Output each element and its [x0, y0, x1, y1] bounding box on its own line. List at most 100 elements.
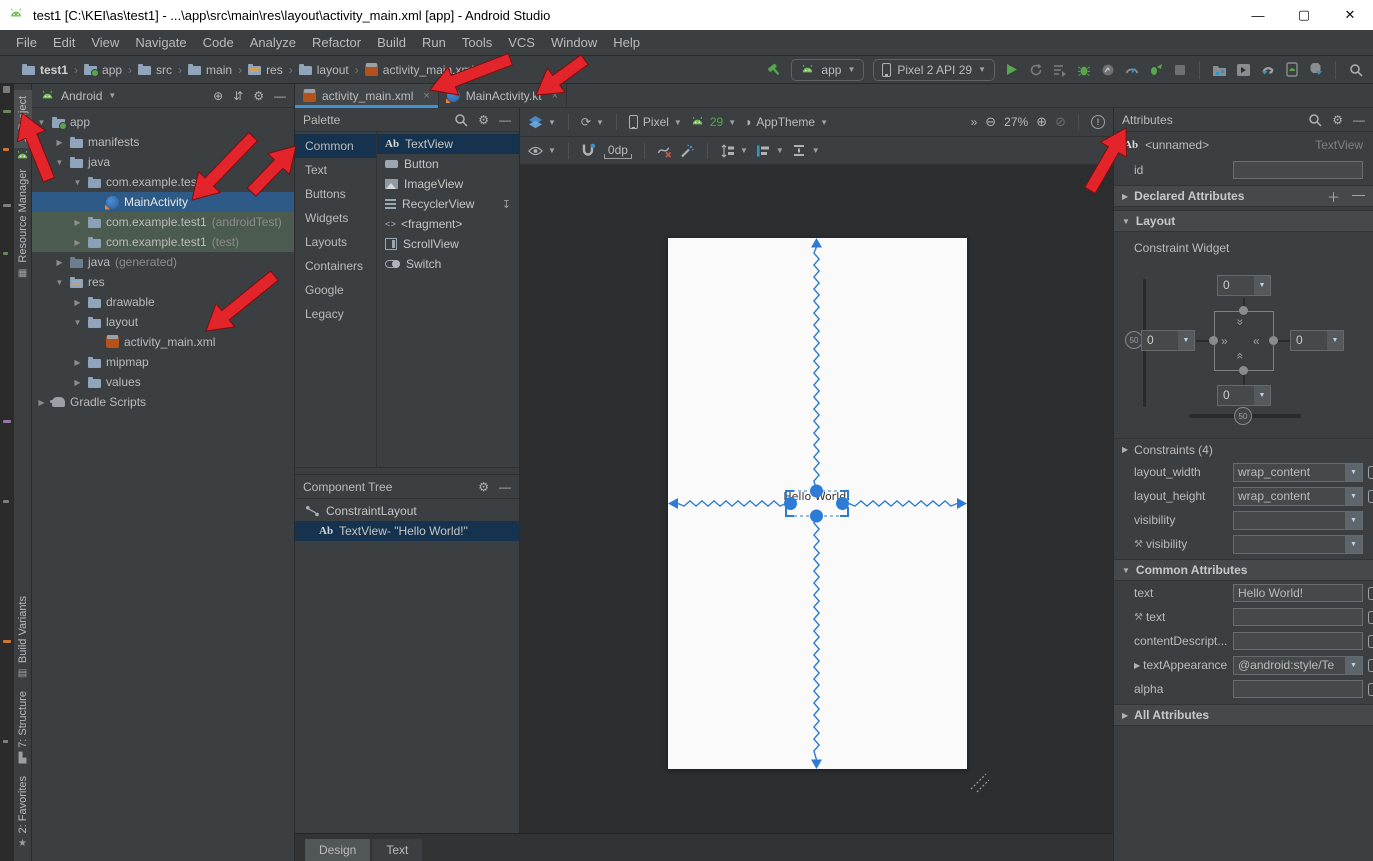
gear-icon[interactable]: ⚙	[1332, 114, 1343, 126]
palette-category-google[interactable]: Google	[295, 278, 376, 302]
attribute-combo-layout-height[interactable]: wrap_content▼	[1233, 487, 1363, 506]
flag-icon[interactable]	[1368, 466, 1373, 479]
device-manager-button-icon[interactable]	[1284, 62, 1299, 77]
api-selector[interactable]: 29▼	[690, 115, 736, 130]
margin-left-combo[interactable]: 0▼	[1141, 330, 1195, 351]
tree-item-res[interactable]: ▼res	[32, 272, 294, 292]
attach-debugger-button-icon[interactable]	[1148, 62, 1163, 77]
layout-section[interactable]: ▼ Layout	[1114, 210, 1373, 232]
close-tab-icon[interactable]: ×	[423, 90, 429, 102]
search-icon[interactable]	[1307, 112, 1322, 127]
debug-button-icon[interactable]	[1076, 62, 1091, 77]
theme-selector[interactable]: ◑ AppTheme▼	[744, 115, 828, 129]
chevron-right-icon[interactable]: ▶	[72, 238, 83, 247]
left-anchor[interactable]	[1209, 336, 1218, 345]
margin-top-combo[interactable]: 0▼	[1217, 275, 1271, 296]
download-icon[interactable]: ↧	[502, 198, 519, 211]
remove-attribute-icon[interactable]: —	[1352, 187, 1365, 206]
top-anchor[interactable]	[1239, 306, 1248, 315]
maximize-button[interactable]: ▢	[1281, 0, 1327, 30]
tree-item-java[interactable]: ▼java	[32, 152, 294, 172]
breadcrumb-layout[interactable]: layout	[297, 63, 351, 77]
palette-category-text[interactable]: Text	[295, 158, 376, 182]
guidelines-selector[interactable]: ▼	[792, 143, 820, 158]
gear-icon[interactable]: ⚙	[253, 90, 264, 102]
rerun-button-icon[interactable]	[1028, 62, 1043, 77]
hide-panel-icon[interactable]: —	[499, 114, 511, 126]
tree-item-gradle-scripts[interactable]: ▶Gradle Scripts	[32, 392, 294, 412]
pack-selector[interactable]: ▼	[720, 143, 748, 158]
palette-category-buttons[interactable]: Buttons	[295, 182, 376, 206]
attribute-combo-visibility[interactable]: ▼	[1233, 511, 1363, 530]
hide-panel-icon[interactable]: —	[1353, 114, 1365, 126]
chevron-down-icon[interactable]: ▼	[1345, 464, 1362, 481]
breadcrumb-activity-main-xml[interactable]: activity_main.xml	[363, 63, 476, 77]
tree-item-manifests[interactable]: ▶manifests	[32, 132, 294, 152]
palette-item-scrollview[interactable]: ScrollView	[377, 234, 519, 254]
declared-attributes-section[interactable]: ▶ Declared Attributes ＋—	[1114, 185, 1373, 207]
tree-item-app[interactable]: ▼app	[32, 112, 294, 132]
profile-button-icon[interactable]	[1100, 62, 1115, 77]
design-surface-selector[interactable]: ▼	[528, 115, 556, 130]
chevron-down-icon[interactable]: ▼	[54, 158, 65, 167]
minimize-button[interactable]: —	[1235, 0, 1281, 30]
palette-category-widgets[interactable]: Widgets	[295, 206, 376, 230]
chevron-down-icon[interactable]: ▼	[72, 178, 83, 187]
design-canvas[interactable]: Hello World!	[520, 165, 1113, 833]
menu-navigate[interactable]: Navigate	[127, 32, 194, 53]
project-view-selector[interactable]: Android	[61, 89, 102, 103]
tool-button-1-project[interactable]: 1: Project	[14, 90, 32, 148]
tree-item-activity-main-xml[interactable]: activity_main.xml	[32, 332, 294, 352]
breadcrumb-test1[interactable]: test1	[20, 63, 70, 77]
chevron-down-icon[interactable]: ▼	[36, 118, 47, 127]
chevron-down-icon[interactable]: ▼	[1345, 536, 1362, 553]
chevron-right-icon[interactable]: ▶	[36, 398, 47, 407]
tab-mainactivity-kt[interactable]: MainActivity.kt×	[439, 84, 567, 107]
right-anchor[interactable]	[1269, 336, 1278, 345]
attribute-input-alpha[interactable]	[1233, 680, 1363, 698]
palette-category-legacy[interactable]: Legacy	[295, 302, 376, 326]
common-attributes-section[interactable]: ▼ Common Attributes	[1114, 559, 1373, 581]
menu-file[interactable]: File	[8, 32, 45, 53]
zoom-fit-button[interactable]: ⊘	[1055, 114, 1066, 130]
attribute-combo-layout-width[interactable]: wrap_content▼	[1233, 463, 1363, 482]
mode-tab-design[interactable]: Design	[305, 839, 370, 861]
attribute-combo-textappearance[interactable]: @android:style/Te▼	[1233, 656, 1363, 675]
run-button-icon[interactable]	[1004, 62, 1019, 77]
overflow-actions[interactable]: »	[971, 115, 978, 129]
all-attributes-section[interactable]: ▶ All Attributes	[1114, 704, 1373, 726]
align-selector[interactable]: ▼	[756, 143, 784, 158]
palette-category-common[interactable]: Common	[295, 134, 376, 158]
tree-item-com-example-test1[interactable]: ▼com.example.test1	[32, 172, 294, 192]
tool-button-build-variants[interactable]: Build Variants▤	[14, 590, 32, 685]
sdk-manager-button-icon[interactable]	[1308, 62, 1323, 77]
tree-item-drawable[interactable]: ▶drawable	[32, 292, 294, 312]
attribute-input-text[interactable]	[1233, 584, 1363, 602]
hide-panel-icon[interactable]: —	[499, 481, 511, 493]
menu-tools[interactable]: Tools	[454, 32, 500, 53]
infer-constraints-wand-icon[interactable]	[680, 143, 695, 158]
chevron-right-icon[interactable]: ▶	[72, 298, 83, 307]
collapse-all-icon[interactable]: ⇵	[233, 90, 243, 102]
menu-window[interactable]: Window	[543, 32, 605, 53]
chevron-right-icon[interactable]: ▶	[54, 258, 65, 267]
tool-button-resource-manager[interactable]: Resource Manager▦	[14, 163, 32, 285]
margin-right-combo[interactable]: 0▼	[1290, 330, 1344, 351]
gear-icon[interactable]: ⚙	[478, 114, 489, 126]
menu-refactor[interactable]: Refactor	[304, 32, 369, 53]
autoconnect-magnet-icon[interactable]	[581, 143, 596, 158]
palette-category-layouts[interactable]: Layouts	[295, 230, 376, 254]
clear-constraints-icon[interactable]	[657, 143, 672, 158]
zoom-out-button[interactable]: ⊖	[985, 114, 996, 130]
run-config-selector[interactable]: app▼	[791, 59, 864, 81]
tree-item-com-example-test1-test[interactable]: ▶com.example.test1(test)	[32, 232, 294, 252]
palette-item-textview[interactable]: AbTextView	[377, 134, 519, 154]
device-selector[interactable]: Pixel▼	[629, 115, 682, 129]
close-button[interactable]: ✕	[1327, 0, 1373, 30]
attribute-input-text[interactable]	[1233, 608, 1363, 626]
canvas-resize-handle[interactable]	[969, 772, 991, 797]
attribute-combo-visibility[interactable]: ▼	[1233, 535, 1363, 554]
device-screen[interactable]: Hello World!	[668, 238, 967, 769]
breadcrumb-app[interactable]: app	[82, 63, 124, 77]
zoom-in-button[interactable]: ⊕	[1036, 114, 1047, 130]
